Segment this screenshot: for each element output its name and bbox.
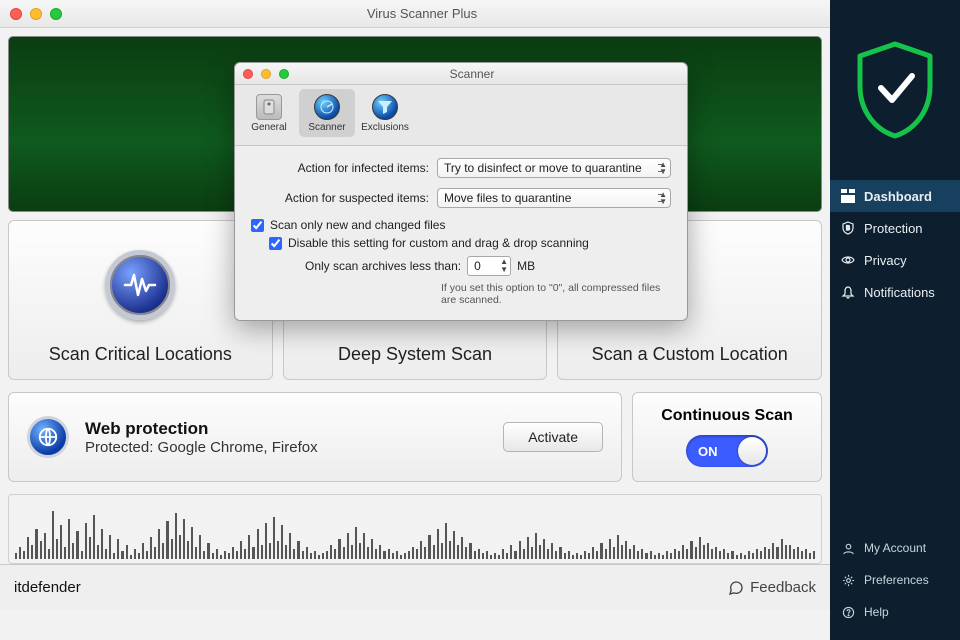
minimize-icon[interactable] (30, 8, 42, 20)
infected-action-select[interactable]: Try to disinfect or move to quarantine ▲… (437, 158, 671, 178)
sidebar-item-label: Dashboard (864, 189, 932, 204)
sidebar-bottom-nav: My Account Preferences Help (830, 532, 960, 640)
dialog-titlebar: Scanner (235, 63, 687, 85)
dialog-window-controls (243, 69, 289, 79)
web-protection-text: Web protection Protected: Google Chrome,… (85, 419, 318, 456)
shield-check-icon (852, 40, 938, 140)
checkbox-label: Disable this setting for custom and drag… (288, 236, 589, 250)
tab-label: Scanner (308, 122, 345, 133)
maximize-icon[interactable] (50, 8, 62, 20)
sidebar-item-dashboard[interactable]: Dashboard (830, 180, 960, 212)
eye-icon (840, 252, 856, 268)
globe-icon (27, 416, 69, 458)
minimize-icon[interactable] (261, 69, 271, 79)
archive-size-hint: If you set this option to "0", all compr… (441, 282, 671, 306)
shield-b-icon: B (840, 220, 856, 236)
tile-label: Scan Critical Locations (49, 344, 232, 365)
main-titlebar: Virus Scanner Plus (0, 0, 830, 28)
activity-waveform (8, 494, 822, 564)
continuous-scan-card: Continuous Scan ON (632, 392, 822, 482)
tab-scanner[interactable]: Scanner (299, 89, 355, 137)
suspected-action-select[interactable]: Move files to quarantine ▲▼ (437, 188, 671, 208)
chevron-updown-icon: ▲▼ (500, 258, 508, 274)
web-protection-title: Web protection (85, 419, 318, 439)
feedback-label: Feedback (750, 579, 816, 596)
pulse-icon (105, 250, 175, 320)
switch-icon (256, 94, 282, 120)
tab-exclusions[interactable]: Exclusions (357, 89, 413, 137)
sidebar-item-preferences[interactable]: Preferences (830, 564, 960, 596)
sidebar-item-label: Privacy (864, 253, 907, 268)
shield-logo (830, 40, 960, 140)
continuous-scan-toggle[interactable]: ON (686, 435, 768, 467)
dialog-title: Scanner (299, 67, 645, 81)
suspected-action-label: Action for suspected items: (251, 191, 429, 205)
checkbox-input[interactable] (251, 219, 264, 232)
select-value: Move files to quarantine (444, 191, 571, 205)
chevron-updown-icon: ▲▼ (659, 161, 667, 175)
tile-label: Deep System Scan (338, 344, 492, 365)
tab-general[interactable]: General (241, 89, 297, 137)
sidebar-item-label: Help (864, 605, 889, 619)
tile-scan-critical[interactable]: Scan Critical Locations (8, 220, 273, 380)
dialog-body: Action for infected items: Try to disinf… (235, 146, 687, 320)
main-window: Virus Scanner Plus Scan Critical Locatio… (0, 0, 830, 640)
stepper-value: 0 (474, 259, 481, 273)
lower-cards: Web protection Protected: Google Chrome,… (0, 380, 830, 494)
help-icon (840, 604, 856, 620)
tile-label: Scan a Custom Location (592, 344, 788, 365)
sidebar-item-help[interactable]: Help (830, 596, 960, 628)
window-controls (10, 8, 62, 20)
brand-label: itdefender (14, 579, 81, 596)
toggle-label: ON (698, 444, 718, 459)
dialog-toolbar: General Scanner Exclusions (235, 85, 687, 146)
continuous-scan-title: Continuous Scan (661, 407, 793, 425)
feedback-button[interactable]: Feedback (728, 579, 816, 596)
tab-label: Exclusions (361, 122, 409, 133)
user-icon (840, 540, 856, 556)
maximize-icon[interactable] (279, 69, 289, 79)
tab-label: General (251, 122, 287, 133)
sidebar-item-label: My Account (864, 541, 926, 555)
bell-icon (840, 284, 856, 300)
checkbox-label: Scan only new and changed files (270, 218, 445, 232)
funnel-icon (372, 94, 398, 120)
toggle-knob (738, 437, 766, 465)
gear-icon (840, 572, 856, 588)
sidebar-item-account[interactable]: My Account (830, 532, 960, 564)
close-icon[interactable] (10, 8, 22, 20)
close-icon[interactable] (243, 69, 253, 79)
footer-bar: itdefender Feedback (0, 564, 830, 610)
archive-size-label: Only scan archives less than: (305, 259, 461, 273)
sidebar-nav: Dashboard B Protection Privacy Notificat… (830, 180, 960, 308)
radar-icon (314, 94, 340, 120)
scan-new-changed-checkbox[interactable]: Scan only new and changed files (251, 218, 671, 232)
sidebar-item-label: Protection (864, 221, 923, 236)
sidebar-item-label: Notifications (864, 285, 935, 300)
disable-custom-checkbox[interactable]: Disable this setting for custom and drag… (269, 236, 671, 250)
app-sidebar: Dashboard B Protection Privacy Notificat… (830, 0, 960, 640)
sidebar-item-privacy[interactable]: Privacy (830, 244, 960, 276)
sidebar-item-label: Preferences (864, 573, 929, 587)
window-title: Virus Scanner Plus (72, 6, 772, 21)
web-protection-card: Web protection Protected: Google Chrome,… (8, 392, 622, 482)
sidebar-item-protection[interactable]: B Protection (830, 212, 960, 244)
speech-bubble-icon (728, 580, 744, 596)
archive-size-stepper[interactable]: 0 ▲▼ (467, 256, 511, 276)
sidebar-item-notifications[interactable]: Notifications (830, 276, 960, 308)
infected-action-label: Action for infected items: (251, 161, 429, 175)
select-value: Try to disinfect or move to quarantine (444, 161, 642, 175)
dashboard-icon (840, 188, 856, 204)
activate-button[interactable]: Activate (503, 422, 603, 452)
checkbox-input[interactable] (269, 237, 282, 250)
scanner-settings-dialog: Scanner General Scanner Exclusions (234, 62, 688, 321)
chevron-updown-icon: ▲▼ (659, 191, 667, 205)
svg-text:B: B (846, 226, 850, 232)
archive-size-unit: MB (517, 259, 535, 273)
web-protection-subtitle: Protected: Google Chrome, Firefox (85, 439, 318, 456)
